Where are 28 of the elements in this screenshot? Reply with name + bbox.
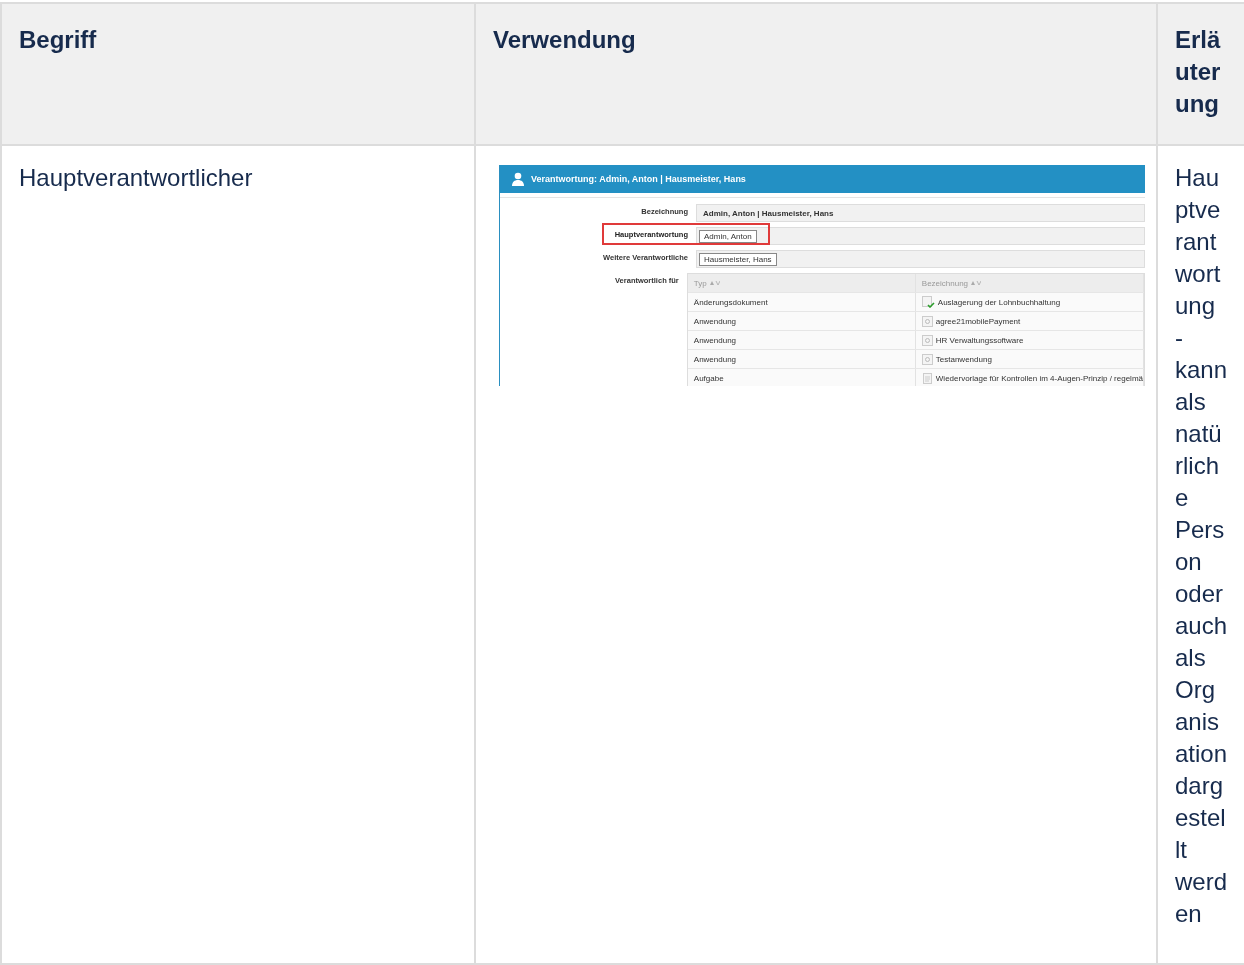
table-cell: Anwendung: [687, 350, 916, 368]
name-tag[interactable]: Hausmeister, Hans: [699, 252, 777, 266]
item-name[interactable]: agree21mobilePayment: [935, 316, 1021, 326]
document-check-icon: [921, 296, 935, 308]
sort-icon: [709, 281, 720, 285]
table-cell: Hauptverantwortlicher: [1, 145, 475, 964]
item-name[interactable]: Auslagerung der Lohnbuchhaltung: [937, 297, 1061, 307]
item-name[interactable]: HR Verwaltungssoftware: [935, 335, 1024, 345]
item-name[interactable]: Testanwendung: [935, 354, 992, 364]
field-value: Admin, Anton | Hausmeister, Hans: [703, 208, 834, 218]
column-header: Erläuterung: [1157, 3, 1244, 145]
input-field[interactable]: Admin, Anton: [696, 227, 1145, 245]
window-title: Verantwortung: Admin, Anton | Hausmeister, Hans: [531, 174, 746, 184]
name-tag[interactable]: Admin, Anton: [699, 229, 757, 243]
column-header: Begriff: [1, 3, 475, 145]
item-name[interactable]: Wiedervorlage für Kontrollen im 4-Augen-Prinzip / regelmä: [935, 373, 1143, 383]
input-field[interactable]: Admin, Anton | Hausmeister, Hans: [696, 204, 1145, 222]
column-header: Verwendung: [475, 3, 1157, 145]
app-icon: [921, 315, 933, 327]
app-icon: [921, 353, 933, 365]
app-icon: [921, 334, 933, 346]
table-cell: Anwendung: [687, 312, 916, 330]
input-field[interactable]: Hausmeister, Hans: [696, 250, 1145, 268]
person-icon: [511, 172, 525, 186]
table-cell: Änderungsdokument: [687, 293, 916, 311]
table-cell: Anwendung: [687, 331, 916, 349]
sort-icon: [971, 281, 982, 285]
table-cell: Aufgabe: [687, 369, 916, 386]
